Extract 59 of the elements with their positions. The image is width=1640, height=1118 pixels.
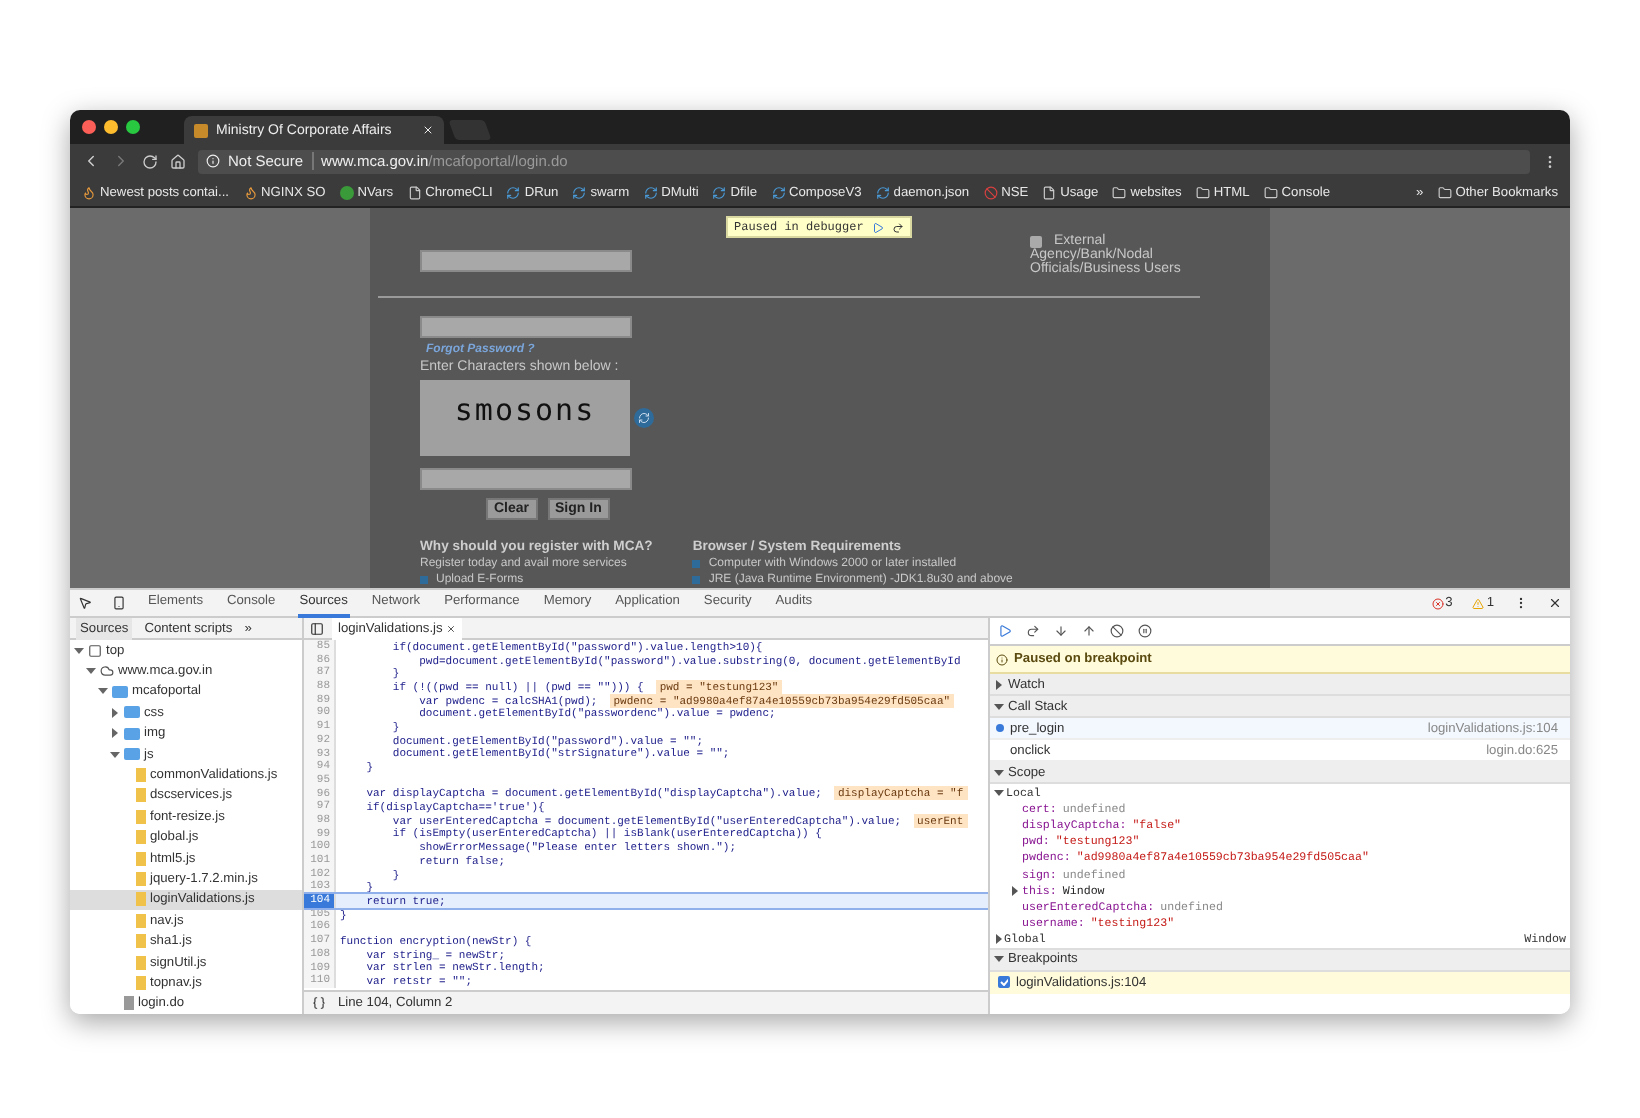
step-over-icon: [891, 221, 904, 233]
forward-icon: [112, 152, 130, 170]
step-over-icon: [1026, 624, 1040, 638]
home-icon: [170, 153, 186, 169]
more-icon: [1514, 596, 1528, 610]
back-icon: [82, 152, 100, 170]
window-close-button[interactable]: [82, 120, 96, 134]
folder-icon: [1195, 185, 1210, 199]
frame-icon: [88, 643, 102, 658]
folder-icon: [1263, 185, 1278, 199]
close-icon: [1548, 596, 1562, 610]
flame-icon: [243, 185, 258, 199]
inspect-icon: [78, 596, 92, 610]
checkbox[interactable]: [998, 976, 1010, 989]
folder-icon: [1437, 185, 1452, 199]
swirl-icon: [643, 185, 658, 199]
bullet-icon: [692, 560, 701, 568]
swirl-icon: [771, 185, 785, 199]
flame-icon: [82, 185, 96, 199]
swirl-icon: [712, 185, 727, 199]
deactivate-breakpoints-icon: [1110, 624, 1124, 638]
input-field[interactable]: [420, 468, 632, 490]
checkbox[interactable]: [1030, 235, 1042, 247]
captcha-image: smosons: [420, 380, 630, 456]
page-icon: [407, 185, 422, 199]
bullet-icon: [692, 576, 701, 584]
bullet-icon: [420, 576, 428, 584]
swirl-icon: [875, 185, 890, 199]
resume-icon: [998, 624, 1012, 638]
braces-icon: [312, 996, 326, 1010]
window-minimize-button[interactable]: [104, 120, 118, 134]
input-field[interactable]: [420, 316, 632, 338]
sidebar-toggle-icon: [310, 621, 324, 635]
swirl-icon: [506, 185, 521, 199]
checkmark-icon: [1000, 978, 1008, 987]
page-icon: [1042, 185, 1057, 199]
page-file-icon: [124, 996, 134, 1011]
cloud-icon: [100, 664, 114, 679]
circle-badge-icon: [983, 185, 998, 199]
disclosure-triangle-icon: [1010, 885, 1020, 896]
refresh-icon[interactable]: [634, 408, 654, 428]
device-icon: [112, 596, 126, 610]
info-icon: [996, 653, 1008, 665]
step-out-icon: [1082, 624, 1096, 638]
resume-icon: [871, 221, 884, 233]
swirl-icon: [572, 185, 587, 199]
dot-icon: [339, 185, 354, 199]
window-maximize-button[interactable]: [126, 120, 140, 134]
site-favicon-icon: [194, 123, 208, 137]
close-icon: [422, 124, 434, 136]
current-frame-icon: [996, 724, 1004, 732]
disclosure-triangle-icon: [994, 679, 1004, 689]
info-icon: [206, 154, 220, 168]
folder-icon: [1112, 185, 1127, 199]
disclosure-triangle-icon: [994, 701, 1004, 711]
step-into-icon: [1054, 624, 1068, 638]
reload-icon: [142, 153, 158, 169]
pause-on-exceptions-icon: [1138, 624, 1152, 638]
input-field[interactable]: [420, 250, 632, 272]
